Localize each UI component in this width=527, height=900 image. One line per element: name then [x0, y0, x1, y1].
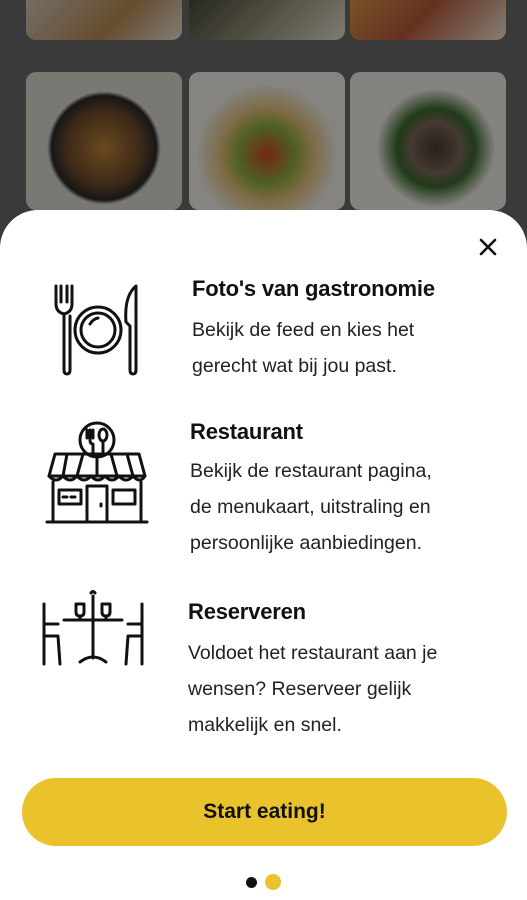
close-icon[interactable]: [473, 232, 503, 262]
pagination-dots: [0, 874, 527, 890]
dining-table-icon: [40, 590, 146, 671]
page-dot-1[interactable]: [246, 876, 257, 888]
cutlery-plate-icon: [50, 282, 146, 383]
feature-description-line: Voldoet het restaurant aan je: [188, 642, 438, 664]
start-eating-label: Start eating!: [203, 800, 326, 823]
feature-description-line: makkelijk en snel.: [188, 714, 342, 736]
feature-description-line: wensen? Reserveer gelijk: [188, 678, 412, 700]
feature-title: Reserveren: [188, 599, 306, 624]
feature-description-line: gerecht wat bij jou past.: [192, 355, 397, 377]
feature-title: Restaurant: [190, 419, 303, 444]
onboarding-sheet: Foto's van gastronomie Bekijk de feed en…: [0, 210, 527, 900]
feature-title: Foto's van gastronomie: [192, 276, 435, 301]
feature-description-line: Bekijk de feed en kies het: [192, 319, 415, 341]
feature-description-line: persoonlijke aanbiedingen.: [190, 532, 423, 554]
start-eating-button[interactable]: Start eating!: [22, 778, 507, 846]
feature-description-line: Bekijk de restaurant pagina,: [190, 460, 432, 482]
feature-description-line: de menukaart, uitstraling en: [190, 496, 431, 518]
restaurant-storefront-icon: [45, 418, 149, 531]
page-dot-2-active[interactable]: [265, 874, 281, 890]
